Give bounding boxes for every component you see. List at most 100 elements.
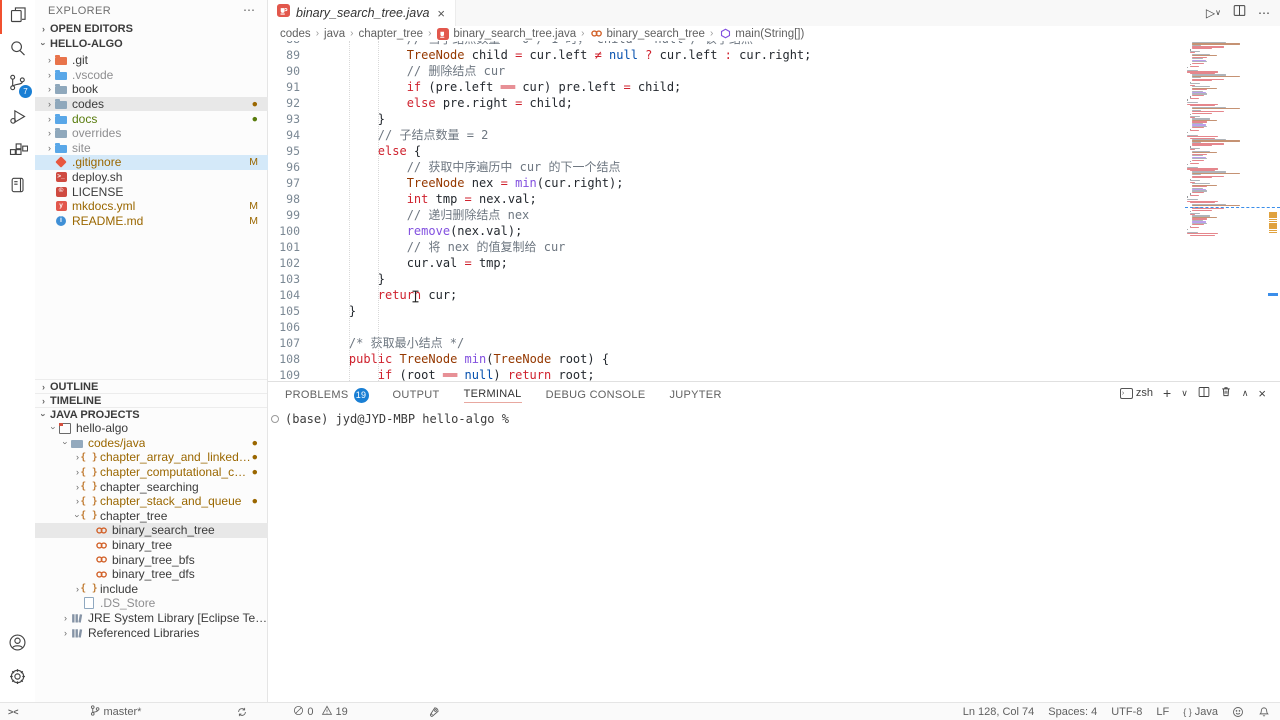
terminal-prompt[interactable]: (base) jyd@JYD-MBP hello-algo % xyxy=(285,411,509,427)
tree-item[interactable]: ›.vscode xyxy=(35,68,268,83)
language-mode[interactable]: { } Java xyxy=(1183,706,1218,718)
outline-header[interactable]: › OUTLINE xyxy=(35,379,267,393)
panel-tab-debug-console[interactable]: DEBUG CONSOLE xyxy=(546,389,646,401)
problems-status[interactable]: 0 19 xyxy=(293,705,347,719)
breadcrumb-item[interactable]: main(String[]) xyxy=(718,27,804,40)
notebook-activity-button[interactable] xyxy=(0,170,35,204)
tree-item[interactable]: ›{ }chapter_tree xyxy=(35,509,268,524)
code-token: TreeNode xyxy=(400,352,458,366)
eol[interactable]: LF xyxy=(1156,706,1169,718)
tree-item[interactable]: binary_tree_dfs xyxy=(35,567,268,582)
code-token: = xyxy=(623,80,630,94)
indentation[interactable]: Spaces: 4 xyxy=(1048,706,1097,718)
terminal-dropdown-icon[interactable]: ∨ xyxy=(1181,388,1188,399)
tree-item[interactable]: ›overrides xyxy=(35,126,268,141)
tree-item[interactable]: ©LICENSE xyxy=(35,184,268,199)
code-token: pre.right xyxy=(436,96,515,110)
java-projects-header[interactable]: › JAVA PROJECTS xyxy=(35,407,267,421)
new-terminal-button[interactable]: + xyxy=(1163,385,1171,401)
code-token xyxy=(457,352,464,366)
tree-item[interactable]: ›{ }chapter_stack_and_queue● xyxy=(35,494,268,509)
item-label: mkdocs.yml xyxy=(72,199,135,213)
breadcrumb-item[interactable]: binary_search_tree.java xyxy=(436,27,576,40)
close-panel-icon[interactable]: × xyxy=(1258,386,1266,401)
code-editor[interactable]: 88 // 当子结点数量 = 0 / 1 时， child = null / 该… xyxy=(268,41,1280,381)
tree-item[interactable]: ›.git xyxy=(35,53,268,68)
panel-tab-problems[interactable]: PROBLEMS19 xyxy=(285,388,369,403)
java-file-icon xyxy=(277,4,290,22)
branch-status[interactable]: master* xyxy=(89,704,142,720)
tree-item[interactable]: >_deploy.sh xyxy=(35,170,268,185)
split-terminal-icon[interactable] xyxy=(1198,386,1210,401)
terminal-profile[interactable]: › zsh xyxy=(1120,387,1153,399)
tree-item[interactable]: ›site xyxy=(35,141,268,156)
tree-item[interactable]: .gitignoreM xyxy=(35,155,268,170)
panel-tab-bar: PROBLEMS19 OUTPUT TERMINAL DEBUG CONSOLE JUP… xyxy=(285,386,722,404)
tree-item[interactable]: ›{ }include xyxy=(35,582,268,597)
tree-item[interactable]: binary_tree xyxy=(35,538,268,553)
tree-item[interactable]: ›book xyxy=(35,82,268,97)
tree-item[interactable]: ›Referenced Libraries xyxy=(35,625,268,640)
tree-item[interactable]: ›{ }chapter_searching xyxy=(35,479,268,494)
panel-tab-output[interactable]: OUTPUT xyxy=(393,389,440,401)
breadcrumb-item[interactable]: java xyxy=(324,28,345,40)
more-actions-icon[interactable]: ⋯ xyxy=(1258,6,1270,20)
more-actions-icon[interactable]: ⋯ xyxy=(243,3,255,17)
library-icon xyxy=(70,612,84,625)
maximize-panel-icon[interactable]: ∧ xyxy=(1242,388,1249,399)
minimap[interactable] xyxy=(1185,42,1268,242)
code-token: root) { xyxy=(551,352,609,366)
tree-item[interactable]: binary_tree_bfs xyxy=(35,552,268,567)
code-line: 99 // 递归删除结点 nex xyxy=(268,207,1280,223)
tree-item[interactable]: .DS_Store xyxy=(35,596,268,611)
task-status-icon[interactable] xyxy=(428,706,440,718)
panel-tab-jupyter[interactable]: JUPYTER xyxy=(669,389,721,401)
tree-item[interactable]: ›codes/java● xyxy=(35,436,268,451)
breadcrumb-item[interactable]: binary_search_tree xyxy=(590,27,705,40)
extensions-activity-button[interactable] xyxy=(0,136,35,170)
kill-terminal-icon[interactable] xyxy=(1220,385,1232,401)
tree-item[interactable]: ›hello-algo xyxy=(35,421,268,436)
line-number: 94 xyxy=(268,127,320,143)
git-status-badge: M xyxy=(249,156,258,168)
search-activity-button[interactable] xyxy=(0,34,35,68)
tree-item[interactable]: ›docs● xyxy=(35,111,268,126)
tree-item[interactable]: ›JRE System Library [Eclipse Temurin 17 … xyxy=(35,611,268,626)
run-debug-activity-button[interactable] xyxy=(0,102,35,136)
tree-item[interactable]: ›{ }chapter_computational_complexity● xyxy=(35,465,268,480)
breadcrumb-item[interactable]: codes xyxy=(280,28,311,40)
close-icon[interactable]: × xyxy=(437,6,445,21)
open-editors-header[interactable]: › OPEN EDITORS xyxy=(35,22,267,36)
tree-item[interactable]: iREADME.mdM xyxy=(35,214,268,229)
explorer-activity-button[interactable] xyxy=(0,0,35,34)
source-control-activity-button[interactable]: 7 xyxy=(0,68,35,102)
notifications-bell-icon[interactable] xyxy=(1258,706,1270,718)
code-line: 89 TreeNode child = cur.left ≠ null ? cu… xyxy=(268,47,1280,63)
timeline-header[interactable]: › TIMELINE xyxy=(35,393,267,407)
sync-button[interactable] xyxy=(236,706,248,718)
code-token: int xyxy=(407,192,429,206)
split-editor-icon[interactable] xyxy=(1233,4,1246,22)
java-projects-tree: ›hello-algo›codes/java●›{ }chapter_array… xyxy=(35,421,268,640)
root-folder-label: HELLO-ALGO xyxy=(50,38,123,50)
git-status-badge: M xyxy=(249,215,258,227)
tree-item[interactable]: ›{ }chapter_array_and_linkedlist● xyxy=(35,450,268,465)
run-button[interactable]: ▷∨ xyxy=(1206,6,1221,20)
settings-button[interactable] xyxy=(0,662,35,696)
line-number: 93 xyxy=(268,111,320,127)
panel-tab-terminal[interactable]: TERMINAL xyxy=(464,388,522,403)
tree-item[interactable]: binary_search_tree xyxy=(35,523,268,538)
tree-item[interactable]: ymkdocs.ymlM xyxy=(35,199,268,214)
root-folder-header[interactable]: › HELLO-ALGO xyxy=(35,37,267,51)
minimap-line xyxy=(1190,235,1216,236)
branch-icon xyxy=(89,704,101,720)
encoding[interactable]: UTF-8 xyxy=(1111,706,1142,718)
remote-indicator[interactable]: >< xyxy=(8,707,19,717)
tab-binary-search-tree[interactable]: binary_search_tree.java × xyxy=(268,0,456,26)
account-button[interactable] xyxy=(0,628,35,662)
cursor-position[interactable]: Ln 128, Col 74 xyxy=(963,706,1035,718)
breadcrumb-item[interactable]: chapter_tree xyxy=(358,28,423,40)
tree-item[interactable]: ›codes● xyxy=(35,97,268,112)
line-number: 105 xyxy=(268,303,320,319)
feedback-smiley-icon[interactable] xyxy=(1232,706,1244,718)
